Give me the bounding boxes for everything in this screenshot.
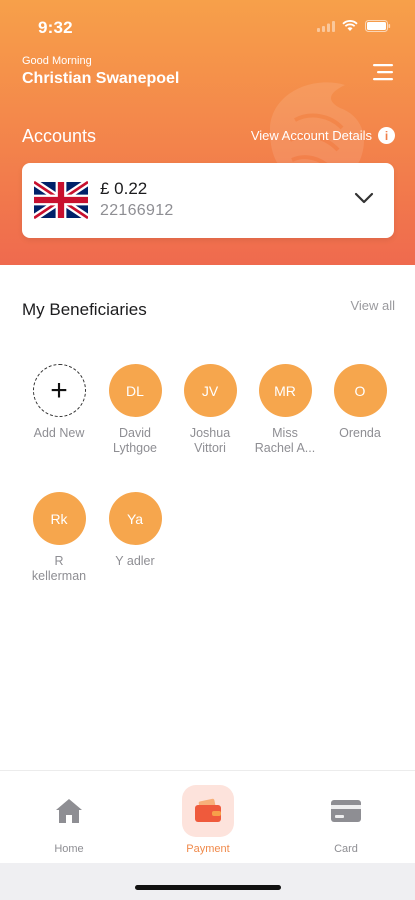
account-number: 22166912 <box>100 202 174 219</box>
status-time: 9:32 <box>38 18 73 37</box>
beneficiary-item[interactable]: Rk R kellerman <box>19 492 99 584</box>
view-account-details-link[interactable]: View Account Details i <box>251 127 395 144</box>
beneficiary-name-line1: R <box>54 554 64 568</box>
beneficiary-name-line1: Joshua <box>189 426 231 440</box>
greeting-text: Good Morning <box>22 55 92 67</box>
account-balance: £ 0.22 <box>100 179 148 198</box>
beneficiary-name-line2: Lythgoe <box>112 441 158 455</box>
accounts-heading: Accounts <box>22 126 97 146</box>
beneficiary-item[interactable]: MR Miss Rachel A... <box>245 364 325 456</box>
beneficiary-avatar: Rk <box>32 492 86 545</box>
beneficiary-item[interactable]: Ya Y adler <box>95 492 175 569</box>
beneficiary-name: Orenda <box>320 426 400 441</box>
header-banner: 9:32 Good Morning Christian Swanepoel Ac… <box>0 0 415 265</box>
beneficiary-name-line1: Y adler <box>115 554 155 568</box>
tab-payment-label: Payment <box>186 843 230 855</box>
beneficiary-name: R kellerman <box>19 554 99 584</box>
beneficiary-avatar: O <box>333 364 387 417</box>
add-new-label: Add New <box>33 426 85 440</box>
tab-payment[interactable]: Payment <box>163 785 253 855</box>
tab-card[interactable]: Card <box>301 785 391 855</box>
card-icon <box>320 785 372 837</box>
beneficiary-name: Joshua Vittori <box>170 426 250 456</box>
user-name: Christian Swanepoel <box>22 70 180 87</box>
menu-icon[interactable] <box>371 62 395 82</box>
tab-home[interactable]: Home <box>24 785 114 855</box>
beneficiary-avatar: Ya <box>108 492 162 545</box>
beneficiary-avatar: MR <box>258 364 312 417</box>
beneficiary-name-line2: kellerman <box>31 569 87 583</box>
add-beneficiary-button[interactable]: + Add New <box>19 364 99 441</box>
wifi-icon <box>342 20 358 31</box>
battery-icon <box>365 20 391 32</box>
beneficiary-avatar: DL <box>108 364 162 417</box>
beneficiary-item[interactable]: O Orenda <box>320 364 400 441</box>
view-account-details-label: View Account Details <box>250 128 372 143</box>
uk-flag-icon <box>34 181 88 219</box>
status-icons <box>317 20 391 32</box>
cellular-signal-icon <box>317 20 335 32</box>
home-indicator-area <box>0 863 415 900</box>
home-icon <box>43 785 95 837</box>
beneficiary-item[interactable]: DL David Lythgoe <box>95 364 175 456</box>
beneficiary-avatar: JV <box>183 364 237 417</box>
wallet-icon <box>182 785 234 837</box>
status-bar: 9:32 <box>0 0 415 54</box>
home-indicator[interactable] <box>135 885 281 890</box>
beneficiary-name-line1: Orenda <box>339 426 381 440</box>
beneficiary-name-line2: Vittori <box>194 441 226 455</box>
beneficiaries-heading: My Beneficiaries <box>22 300 147 319</box>
bottom-tab-bar: Home Payment Card <box>0 770 415 863</box>
beneficiary-name-line1: Miss <box>272 426 298 440</box>
tab-home-label: Home <box>54 843 84 855</box>
beneficiary-name-line1: David <box>119 426 151 440</box>
beneficiary-name-line2: Rachel A... <box>254 441 316 455</box>
beneficiary-name: Miss Rachel A... <box>245 426 325 456</box>
beneficiary-name: Y adler <box>95 554 175 569</box>
chevron-down-icon[interactable] <box>354 191 374 205</box>
plus-icon: + <box>32 364 86 417</box>
beneficiary-name: David Lythgoe <box>95 426 175 456</box>
account-selector-card[interactable]: £ 0.22 22166912 <box>22 163 394 238</box>
info-icon: i <box>378 127 395 144</box>
view-all-link[interactable]: View all <box>350 298 395 313</box>
beneficiary-item[interactable]: JV Joshua Vittori <box>170 364 250 456</box>
tab-card-label: Card <box>334 843 358 855</box>
